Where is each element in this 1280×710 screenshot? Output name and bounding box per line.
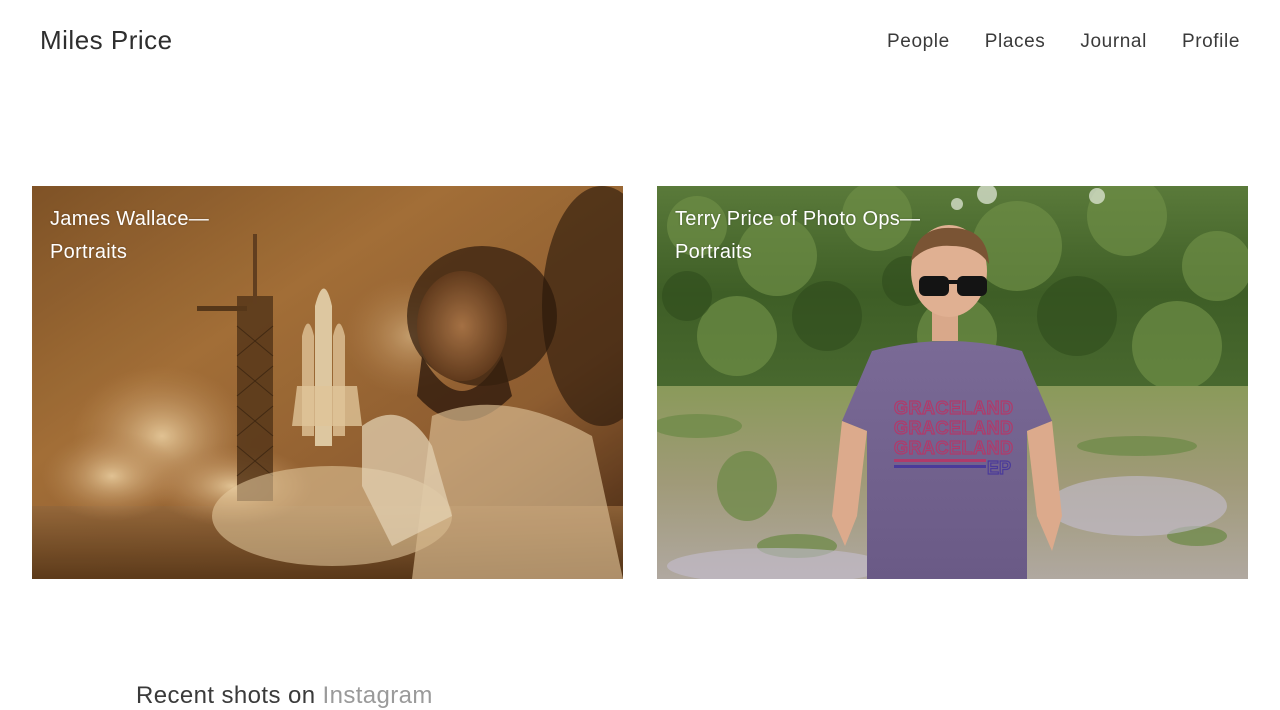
nav-item-profile[interactable]: Profile	[1182, 31, 1240, 53]
svg-text:GRACELAND: GRACELAND	[894, 398, 1014, 418]
caption-title: Terry Price of Photo Ops—	[675, 208, 921, 230]
site-title[interactable]: Miles Price	[40, 25, 173, 56]
instagram-heading: Recent shots on Instagram	[136, 682, 433, 710]
project-card-terry-price[interactable]: GRACELAND GRACELAND GRACELAND EP Terry P…	[657, 186, 1248, 579]
caption-category: Portraits	[675, 241, 753, 263]
instagram-link[interactable]: Instagram	[323, 682, 433, 709]
caption-category: Portraits	[50, 241, 128, 263]
main-nav: People Places Journal Profile	[887, 31, 1240, 53]
project-card-caption: James Wallace— Portraits	[50, 203, 350, 269]
project-card-james-wallace[interactable]: James Wallace— Portraits	[32, 186, 623, 579]
svg-text:GRACELAND: GRACELAND	[894, 418, 1014, 438]
nav-item-places[interactable]: Places	[985, 31, 1046, 53]
instagram-heading-prefix: Recent shots on	[136, 682, 323, 709]
svg-text:GRACELAND: GRACELAND	[894, 438, 1014, 458]
nav-item-people[interactable]: People	[887, 31, 950, 53]
nav-item-journal[interactable]: Journal	[1080, 31, 1147, 53]
project-card-caption: Terry Price of Photo Ops— Portraits	[675, 203, 975, 269]
svg-text:EP: EP	[987, 458, 1011, 478]
caption-title: James Wallace—	[50, 208, 210, 230]
site-header: Miles Price People Places Journal Profil…	[0, 0, 1280, 84]
